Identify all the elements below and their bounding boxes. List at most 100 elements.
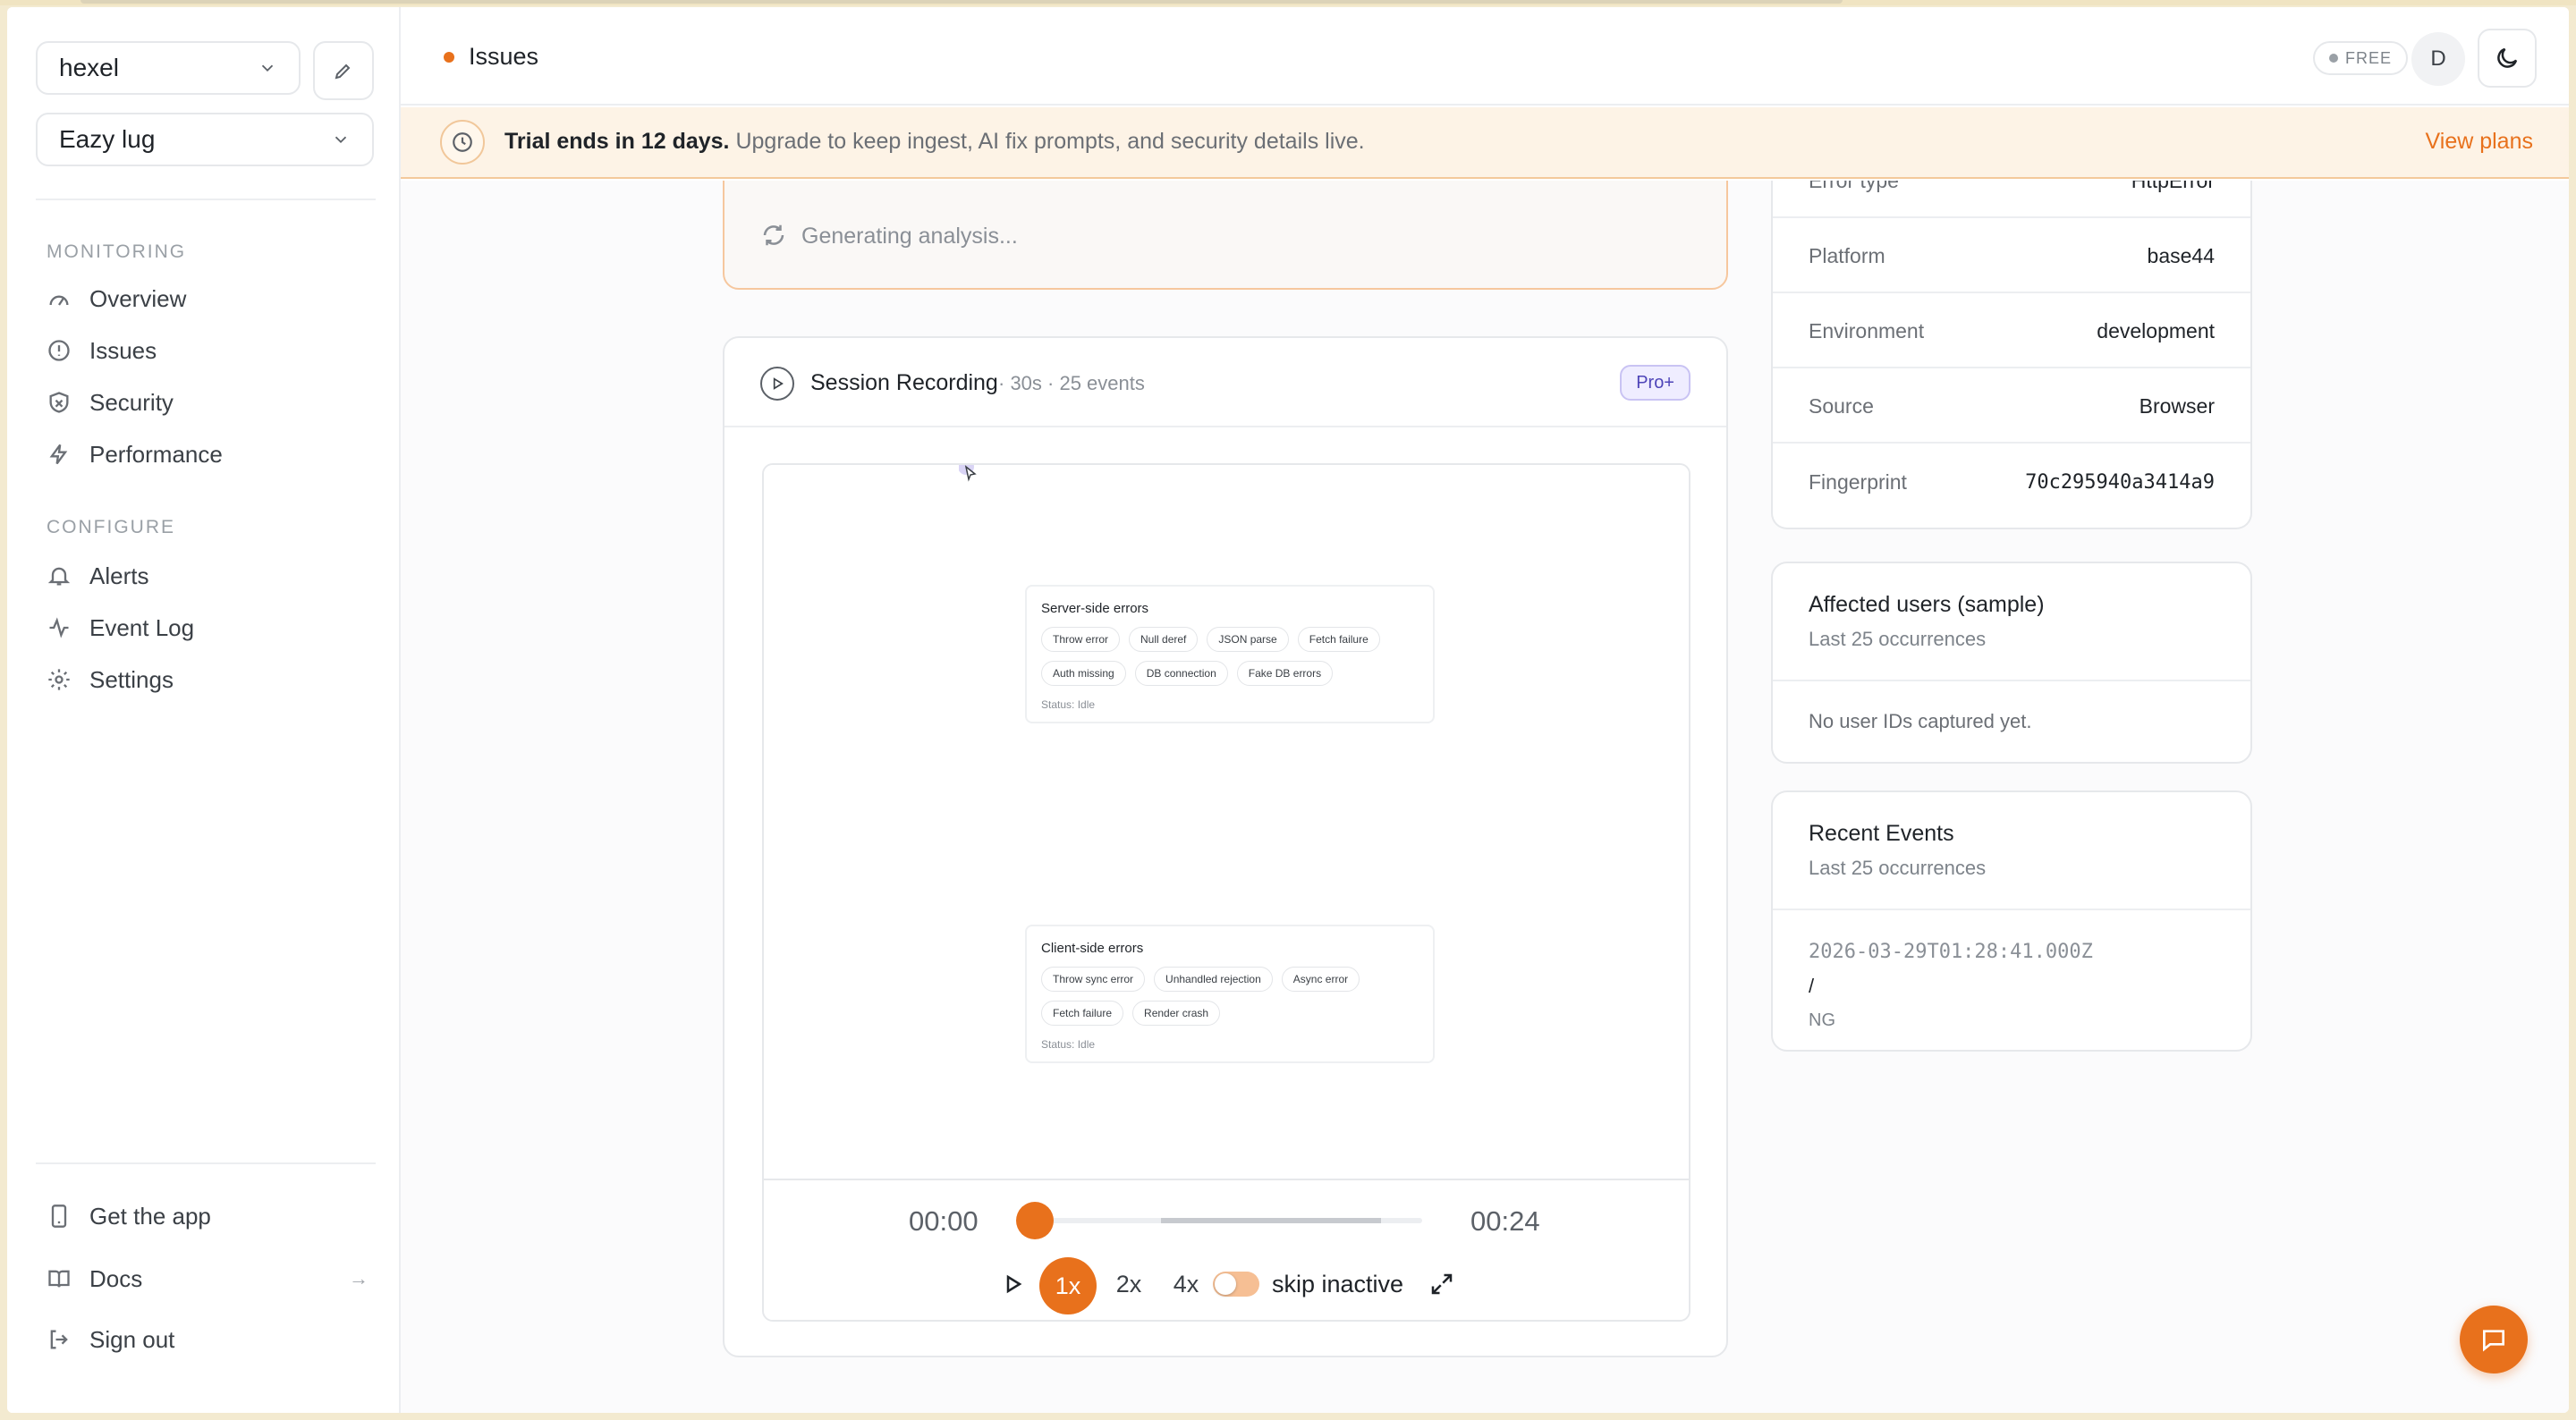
affected-users-title: Affected users (sample)	[1809, 592, 2045, 617]
timeline-track[interactable]	[1038, 1218, 1422, 1223]
chip-fetch-failure[interactable]: Fetch failure	[1041, 1001, 1124, 1026]
sidebar-item-label: Issues	[89, 336, 157, 364]
sidebar-item-overview[interactable]: Overview	[47, 279, 377, 318]
sidebar-item-get-app[interactable]: Get the app	[47, 1196, 377, 1236]
sidebar-divider	[36, 199, 376, 200]
sidebar: hexel Eazy lug MONITORING Overview Issue…	[7, 7, 401, 1413]
sidebar-item-security[interactable]: Security	[47, 383, 377, 422]
replay-player[interactable]: Server-side errors Throw error Null dere…	[762, 463, 1690, 1322]
sidebar-item-issues[interactable]: Issues	[47, 331, 377, 370]
chevron-down-icon	[335, 136, 347, 144]
current-time: 00:00	[909, 1205, 979, 1237]
app-window: hexel Eazy lug MONITORING Overview Issue…	[7, 7, 2569, 1413]
view-plans-link[interactable]: View plans	[2426, 129, 2533, 155]
fullscreen-button[interactable]	[1424, 1257, 1460, 1311]
sidebar-item-settings[interactable]: Settings	[47, 660, 377, 699]
server-errors-chips: Throw error Null deref JSON parse Fetch …	[1041, 627, 1399, 686]
detail-key: Platform	[1809, 243, 1885, 267]
arrow-right-icon: →	[349, 1267, 369, 1289]
chip-throw-error[interactable]: Throw error	[1041, 627, 1121, 652]
replay-viewport[interactable]: Server-side errors Throw error Null dere…	[764, 465, 1689, 1180]
project-name: Eazy lug	[59, 125, 156, 153]
toggle-knob	[1215, 1273, 1236, 1295]
detail-row-error-type: Error type HttpError	[1773, 181, 2250, 218]
affected-users-subtitle: Last 25 occurrences	[1809, 628, 1987, 650]
detail-row-fingerprint: Fingerprint 70c295940a3414a9	[1773, 445, 2250, 519]
moon-icon	[2497, 47, 2518, 68]
lightning-icon	[49, 444, 68, 465]
clock-icon	[440, 120, 485, 165]
skip-inactive-toggle[interactable]	[1213, 1272, 1259, 1297]
sidebar-item-event-log[interactable]: Event Log	[47, 608, 377, 647]
speed-4x-button[interactable]: 4x	[1166, 1257, 1206, 1311]
client-errors-title: Client-side errors	[1041, 941, 1144, 956]
sidebar-item-alerts[interactable]: Alerts	[47, 556, 377, 596]
analysis-status: Generating analysis...	[801, 224, 1018, 249]
card-divider	[1773, 680, 2250, 681]
sidebar-divider	[36, 1162, 376, 1164]
play-circle-icon	[760, 367, 794, 401]
chip-unhandled-rejection[interactable]: Unhandled rejection	[1154, 967, 1273, 992]
card-divider	[1773, 909, 2250, 910]
top-header: Issues FREE D	[401, 7, 2569, 106]
plan-badge[interactable]: FREE	[2313, 41, 2409, 75]
pencil-icon	[335, 63, 351, 80]
detail-row-platform: Platform base44	[1773, 220, 2250, 293]
chat-button[interactable]	[2460, 1306, 2528, 1374]
window-top-strip	[0, 0, 2576, 5]
server-errors-card: Server-side errors Throw error Null dere…	[1025, 585, 1435, 723]
sidebar-item-sign-out[interactable]: Sign out	[47, 1320, 377, 1359]
expand-icon	[1431, 1273, 1453, 1295]
avatar[interactable]: D	[2411, 32, 2465, 86]
detail-key: Error type	[1809, 181, 1899, 193]
pro-badge: Pro+	[1620, 365, 1690, 401]
chip-null-deref[interactable]: Null deref	[1129, 627, 1199, 652]
speed-2x-button[interactable]: 2x	[1109, 1257, 1148, 1311]
chip-fetch-failure[interactable]: Fetch failure	[1297, 627, 1380, 652]
cursor-icon	[959, 465, 977, 482]
trial-banner: Trial ends in 12 days. Upgrade to keep i…	[401, 107, 2569, 179]
sidebar-item-label: Get the app	[89, 1202, 211, 1230]
detail-value: base44	[2147, 243, 2215, 267]
chip-auth-missing[interactable]: Auth missing	[1041, 661, 1126, 686]
gauge-icon	[49, 295, 69, 306]
sidebar-item-label: Security	[89, 388, 174, 416]
refresh-icon	[763, 224, 784, 246]
recording-header: Session Recording · 30s · 25 events Pro+	[724, 338, 1726, 427]
detail-key: Fingerprint	[1809, 469, 1907, 494]
server-errors-title: Server-side errors	[1041, 601, 1149, 616]
playback-controls-row: 1x 2x 4x skip inactive	[764, 1257, 1689, 1314]
timeline-scrubber[interactable]	[1016, 1202, 1054, 1239]
ai-analysis-card: Generating analysis...	[723, 181, 1728, 290]
chip-render-crash[interactable]: Render crash	[1132, 1001, 1221, 1026]
client-errors-card: Client-side errors Throw sync error Unha…	[1025, 925, 1435, 1063]
plan-dot	[2329, 54, 2338, 63]
server-status: Status: Idle	[1041, 698, 1096, 711]
chip-throw-sync-error[interactable]: Throw sync error	[1041, 967, 1146, 992]
chip-json-parse[interactable]: JSON parse	[1207, 627, 1289, 652]
affected-users-empty: No user IDs captured yet.	[1809, 710, 2032, 732]
speed-1x-button[interactable]: 1x	[1039, 1257, 1097, 1314]
recent-events-card: Recent Events Last 25 occurrences 2026-0…	[1771, 790, 2252, 1052]
event-timestamp[interactable]: 2026-03-29T01:28:41.000Z	[1809, 941, 2093, 963]
avatar-initial: D	[2430, 46, 2446, 71]
sidebar-item-label: Performance	[89, 440, 223, 468]
workspace-selector[interactable]: hexel	[36, 41, 301, 95]
chip-async-error[interactable]: Async error	[1281, 967, 1360, 992]
chip-fake-db-errors[interactable]: Fake DB errors	[1236, 661, 1334, 686]
detail-key: Source	[1809, 393, 1874, 418]
sidebar-item-label: Settings	[89, 665, 174, 693]
configure-section-label: CONFIGURE	[47, 517, 175, 537]
sidebar-item-docs[interactable]: Docs →	[47, 1259, 377, 1298]
play-button[interactable]	[995, 1257, 1030, 1311]
theme-toggle-button[interactable]	[2478, 29, 2537, 88]
recent-events-title: Recent Events	[1809, 821, 1954, 846]
project-selector[interactable]: Eazy lug	[36, 113, 374, 166]
sidebar-item-performance[interactable]: Performance	[47, 435, 377, 474]
affected-users-card: Affected users (sample) Last 25 occurren…	[1771, 562, 2252, 764]
chip-db-connection[interactable]: DB connection	[1134, 661, 1228, 686]
edit-workspace-button[interactable]	[313, 41, 374, 100]
recording-title: Session Recording	[810, 370, 998, 395]
sign-out-icon	[50, 1330, 68, 1349]
play-icon	[1006, 1274, 1022, 1294]
